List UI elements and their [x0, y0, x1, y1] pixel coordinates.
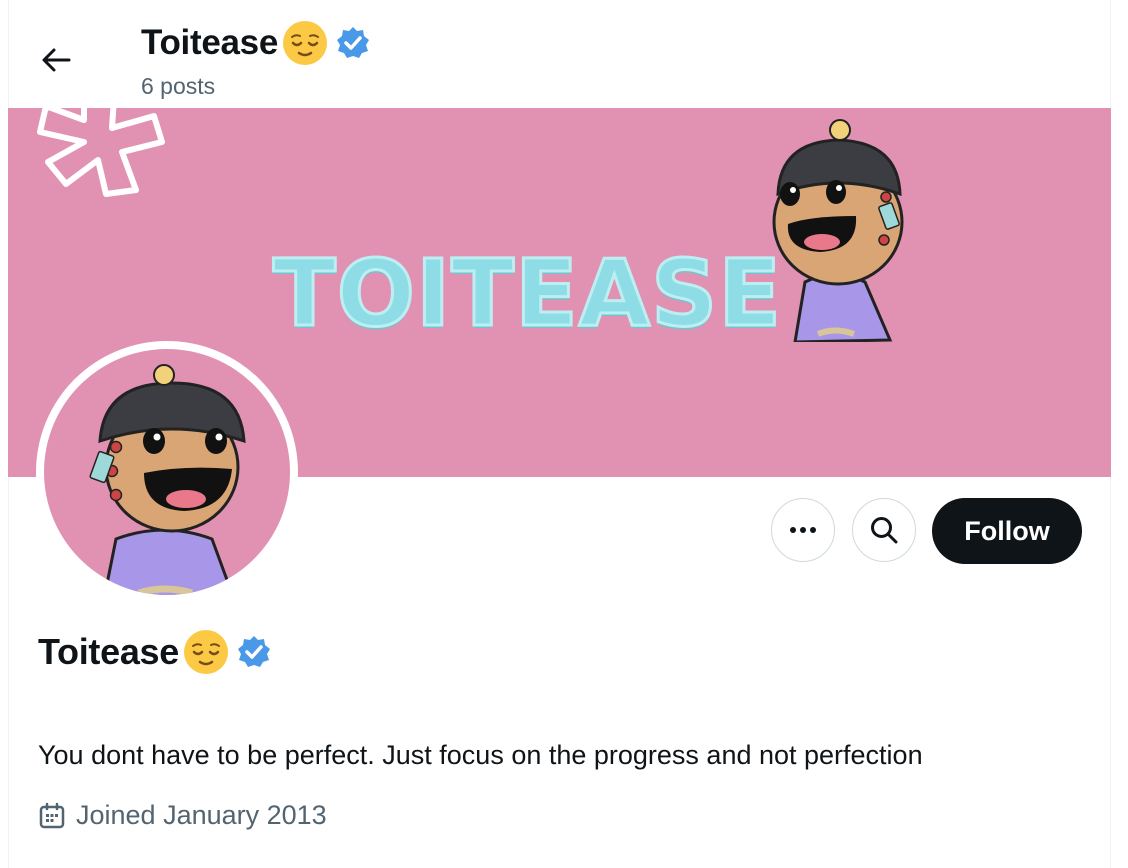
calendar-icon [39, 802, 65, 828]
verified-badge-icon[interactable] [237, 635, 271, 669]
profile-display-name: Toitease [38, 631, 179, 672]
relieved-face-emoji-icon [184, 630, 228, 674]
search-profile-button[interactable] [852, 498, 916, 562]
avatar-image [44, 349, 290, 595]
header-title: Toitease [141, 20, 370, 66]
more-icon [790, 527, 816, 533]
joined-date-text: Joined January 2013 [76, 800, 327, 830]
arrow-left-icon [42, 48, 71, 72]
profile-avatar[interactable] [36, 341, 298, 603]
search-icon [871, 517, 898, 544]
profile-page: Toitease 6 posts TOITEASE Follow Toiteas… [0, 0, 1128, 868]
character-avatar-icon [89, 364, 246, 595]
profile-name-row: Toitease [38, 629, 271, 675]
back-button[interactable] [30, 38, 82, 82]
more-options-button[interactable] [771, 498, 835, 562]
verified-badge-icon[interactable] [336, 26, 370, 60]
post-count: 6 posts [141, 73, 216, 99]
banner-title: TOITEASE [271, 240, 783, 347]
follow-button[interactable]: Follow [932, 498, 1082, 564]
header-display-name: Toitease [141, 23, 279, 62]
joined-date: Joined January 2013 [38, 800, 327, 831]
character-illustration-icon [772, 119, 904, 342]
asterisk-doodle-icon [37, 108, 165, 197]
profile-bio: You dont have to be perfect. Just focus … [38, 740, 923, 770]
relieved-face-emoji-icon [283, 21, 328, 65]
